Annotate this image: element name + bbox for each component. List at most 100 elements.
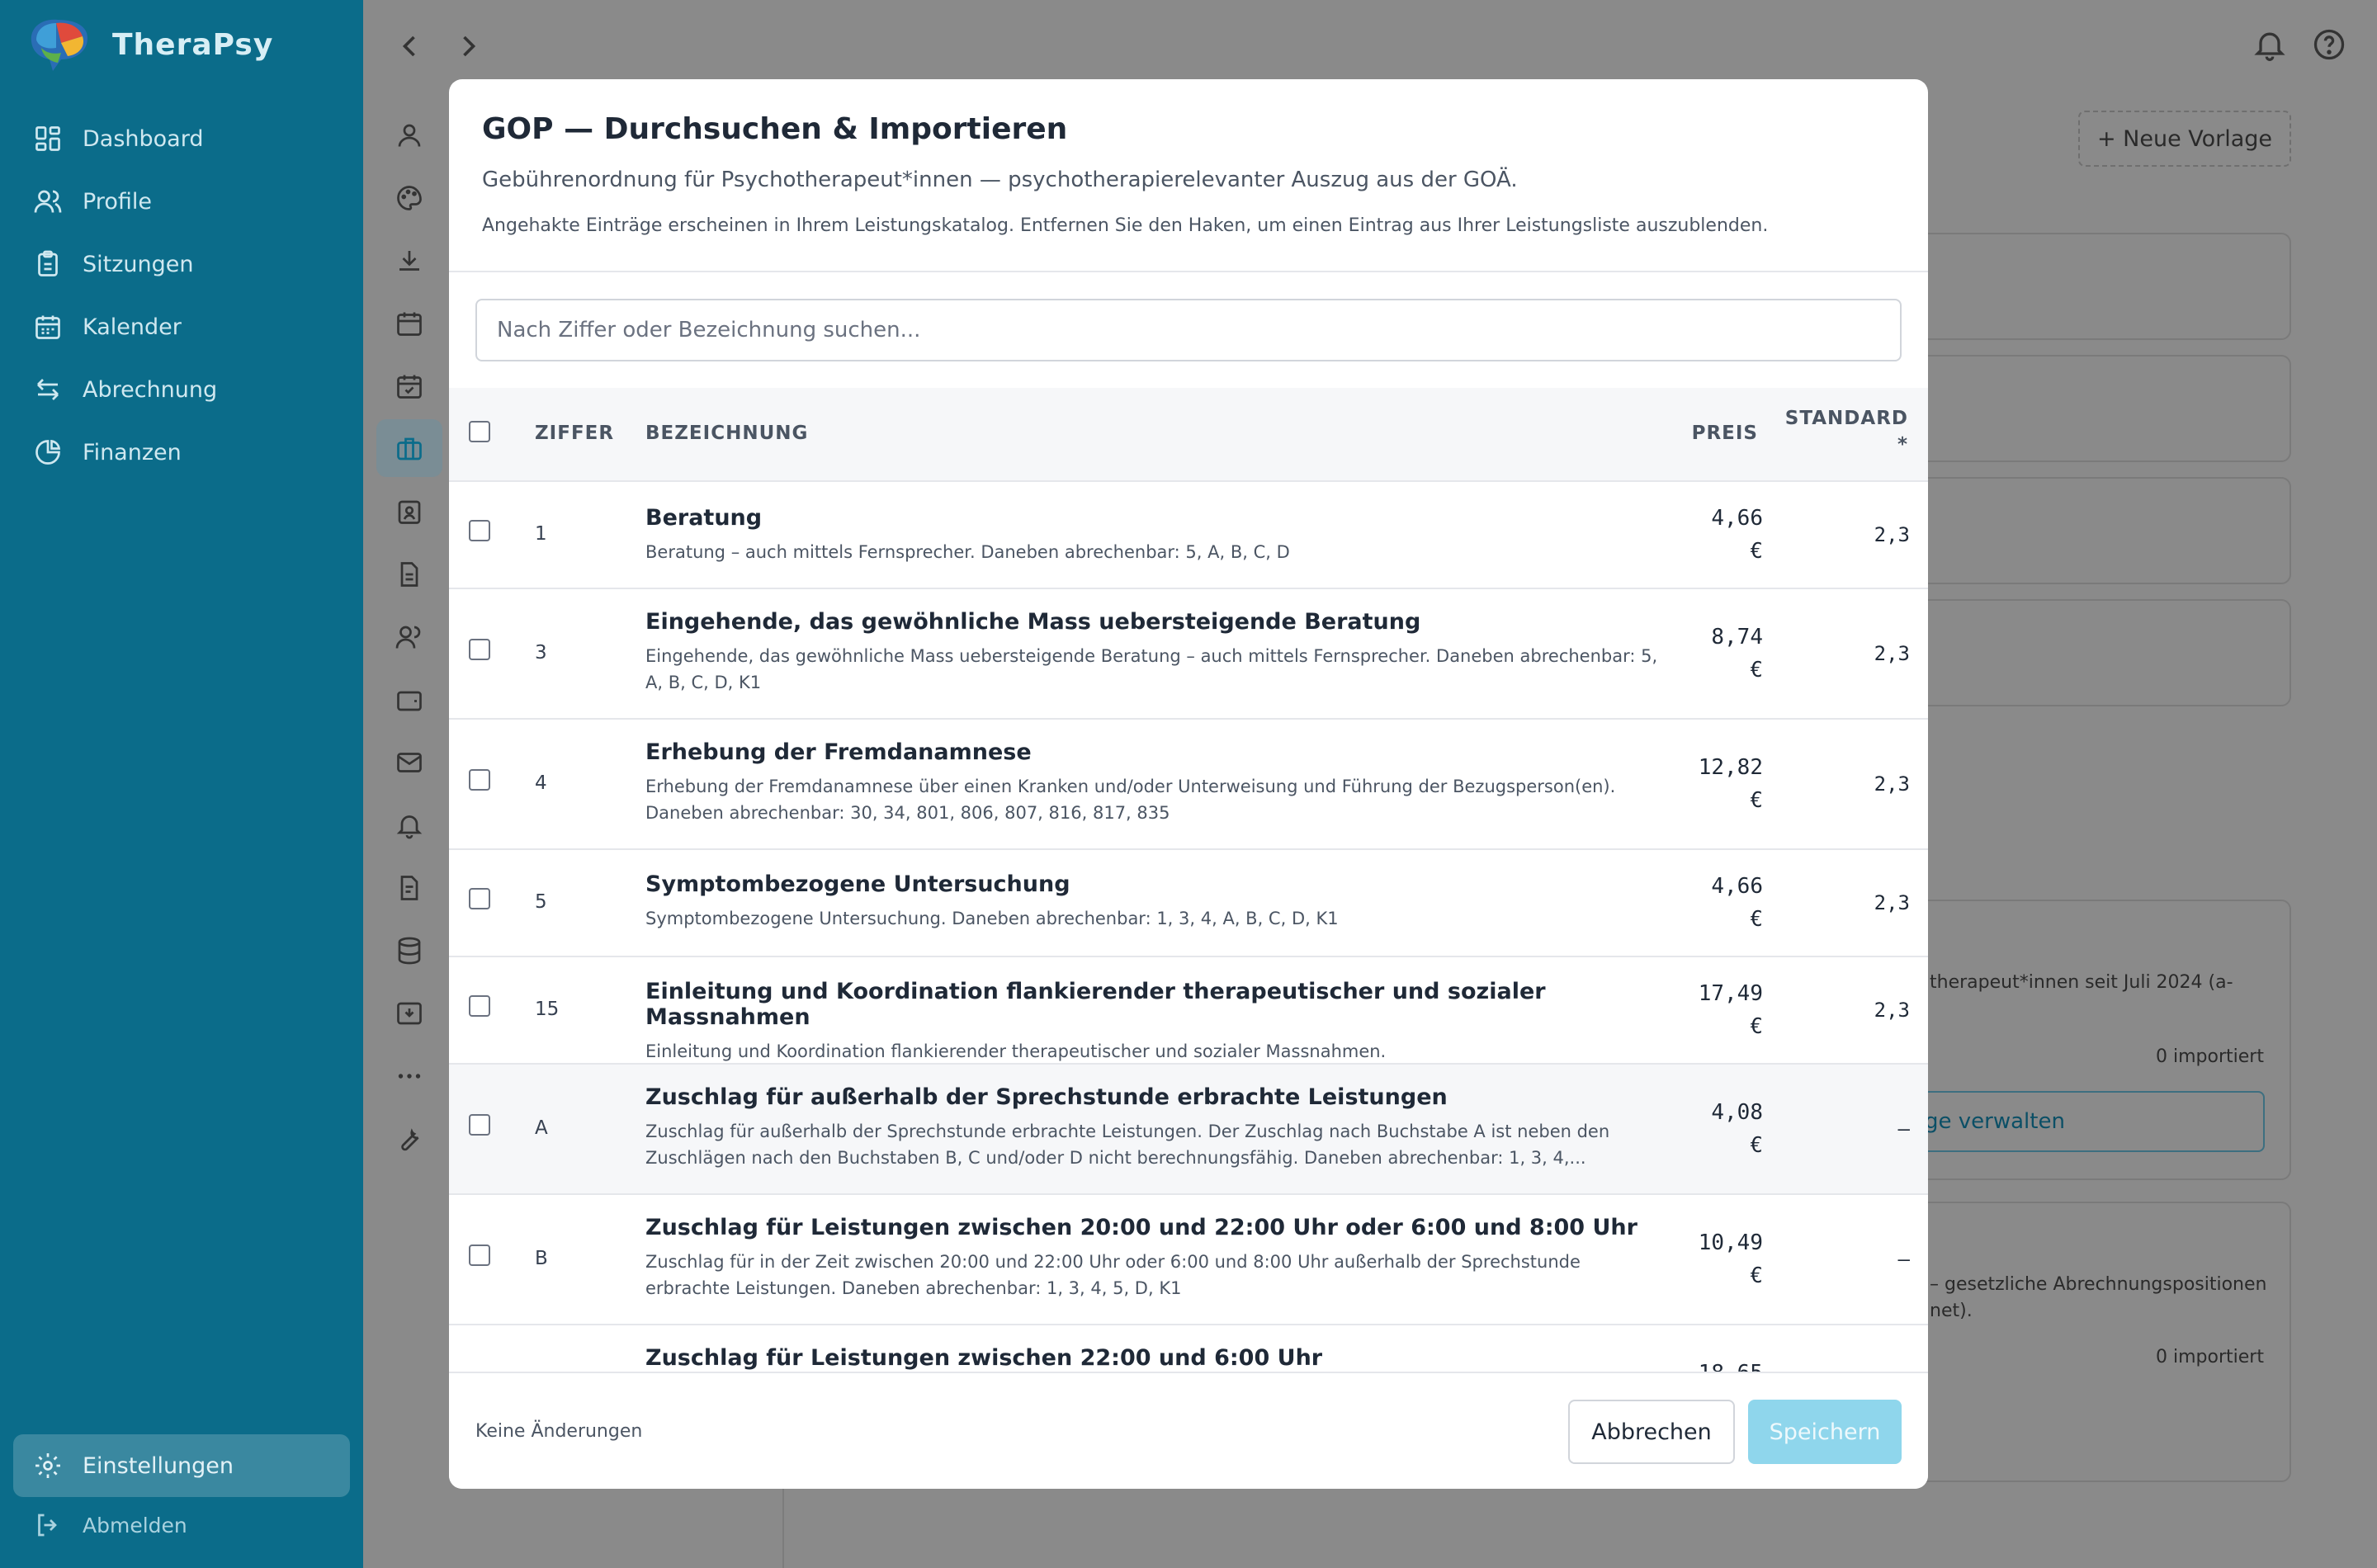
arrows-icon [37,379,59,400]
row-checkbox[interactable] [469,888,490,909]
row-bezeichnung: Beratung Beratung – auch mittels Fernspr… [645,505,1669,565]
row-bezeichnung: Erhebung der Fremdanamnese Erhebung der … [645,739,1669,826]
row-checkbox[interactable] [469,1244,490,1266]
sidebar-item-finanzen[interactable]: Finanzen [13,421,350,484]
row-description: Zuschlag für außerhalb der Sprechstunde … [645,1122,1610,1168]
invoice-icon[interactable] [395,873,424,903]
price-value: 4,66 [1711,874,1763,899]
row-checkbox[interactable] [469,769,490,791]
sidebar-item-profile[interactable]: Profile [13,170,350,233]
palette-icon[interactable] [395,183,424,213]
row-checkbox[interactable] [469,995,490,1017]
import-count: 0 importiert [2156,1347,2264,1367]
save-button[interactable]: Speichern [1748,1400,1902,1464]
mail-icon[interactable] [395,748,424,777]
download-icon[interactable] [395,246,424,276]
id-badge-icon[interactable] [395,497,424,527]
more-icon[interactable] [395,1061,424,1091]
user-icon[interactable] [395,120,424,150]
sidebar-item-kalender[interactable]: Kalender [13,295,350,358]
row-bezeichnung: Eingehende, das gewöhnliche Mass ueberst… [645,609,1669,696]
database-icon[interactable] [395,936,424,966]
gop-table: ZIFFER BEZEICHNUNG PREIS STANDARD * 1 Be… [449,388,1928,1452]
table-row[interactable]: 5 Symptombezogene Untersuchung Symptombe… [449,850,1928,957]
row-price: 4,66 € [1664,502,1763,568]
row-price: 4,66 € [1664,870,1763,936]
row-ziffer: A [535,1117,548,1139]
row-standard: – [1897,1248,1910,1271]
table-row[interactable]: B Zuschlag für Leistungen zwischen 20:00… [449,1195,1928,1325]
dashboard-icon [35,126,60,151]
row-checkbox[interactable] [469,1114,490,1136]
row-checkbox[interactable] [469,639,490,660]
column-bezeichnung[interactable]: BEZEICHNUNG [645,423,808,444]
row-description: Einleitung und Koordination flankierende… [645,1041,1387,1061]
manage-button[interactable]: ge verwalten [1898,1091,2265,1152]
logout-button[interactable]: Abmelden [13,1494,350,1556]
bell-ring-icon[interactable] [395,810,424,840]
row-ziffer: 15 [535,999,560,1020]
column-ziffer[interactable]: ZIFFER [535,423,614,444]
calendar-icon [35,315,60,339]
table-row[interactable]: 3 Eingehende, das gewöhnliche Mass ueber… [449,589,1928,720]
dialog-title: GOP — Durchsuchen & Importieren [482,112,1068,146]
column-standard[interactable]: STANDARD [1785,408,1908,429]
price-currency: € [1750,1133,1763,1158]
sidebar-item-einstellungen[interactable]: Einstellungen [13,1434,350,1497]
change-status: Keine Änderungen [475,1421,643,1442]
row-standard: 2,3 [1874,999,1910,1022]
row-description: Erhebung der Fremdanamnese über einen Kr… [645,777,1616,823]
sidebar-item-sitzungen[interactable]: Sitzungen [13,233,350,295]
price-value: 10,49 [1698,1230,1763,1255]
help-icon[interactable] [2311,26,2347,63]
forward-icon[interactable] [451,28,487,64]
users-icon[interactable] [395,622,424,652]
template-card [1898,599,2291,706]
brain-logo-icon [25,15,92,74]
row-standard: 2,3 [1874,891,1910,914]
dialog-note: Angehakte Einträge erscheinen in Ihrem L… [482,215,1769,236]
price-value: 17,49 [1698,981,1763,1006]
import-description: net). [1930,1301,1973,1321]
sidebar-item-abrechnung[interactable]: Abrechnung [13,358,350,421]
calendar-icon[interactable] [395,309,424,338]
price-value: 8,74 [1711,625,1763,649]
users-icon [34,190,62,213]
table-row[interactable]: A Zuschlag für außerhalb der Sprechstund… [449,1065,1928,1195]
inbox-download-icon[interactable] [395,999,424,1028]
price-value: 4,08 [1711,1100,1763,1125]
select-all-checkbox[interactable] [469,421,490,442]
brand[interactable]: TheraPsy [25,15,273,74]
import-count: 0 importiert [2156,1046,2264,1067]
wrench-icon[interactable] [395,1124,424,1154]
sidebar-item-label: Dashboard [83,125,204,152]
row-checkbox[interactable] [469,520,490,541]
calendar-check-icon[interactable] [395,371,424,401]
back-icon[interactable] [391,28,428,64]
dialog-header: GOP — Durchsuchen & Importieren Gebühren… [449,79,1928,272]
table-header: ZIFFER BEZEICHNUNG PREIS STANDARD * [449,388,1928,482]
wallet-icon[interactable] [395,685,424,715]
dialog-subtitle: Gebührenordnung für Psychotherapeut*inne… [482,168,1518,192]
column-preis[interactable]: PREIS [1692,423,1758,444]
sidebar-item-dashboard[interactable]: Dashboard [13,107,350,170]
table-row[interactable]: 4 Erhebung der Fremdanamnese Erhebung de… [449,720,1928,850]
sidebar-item-label: Finanzen [83,439,182,465]
row-bezeichnung: Zuschlag für außerhalb der Sprechstunde … [645,1084,1669,1171]
new-template-button[interactable]: + Neue Vorlage [2078,111,2291,167]
logout-icon [38,1514,57,1537]
brand-name: TheraPsy [112,27,274,62]
table-row[interactable]: 15 Einleitung und Koordination flankiere… [449,957,1928,1065]
document-icon[interactable] [395,560,424,589]
table-row[interactable]: 1 Beratung Beratung – auch mittels Ferns… [449,482,1928,589]
search-input[interactable] [475,299,1902,361]
price-currency: € [1750,658,1763,682]
row-ziffer: B [535,1248,548,1269]
cancel-button[interactable]: Abbrechen [1568,1400,1735,1464]
briefcase-icon[interactable] [395,434,424,464]
row-title: Eingehende, das gewöhnliche Mass ueberst… [645,609,1421,635]
row-bezeichnung: Symptombezogene Untersuchung Symptombezo… [645,871,1669,932]
price-currency: € [1750,1263,1763,1288]
bell-icon[interactable] [2252,26,2288,63]
template-card [1898,477,2291,584]
